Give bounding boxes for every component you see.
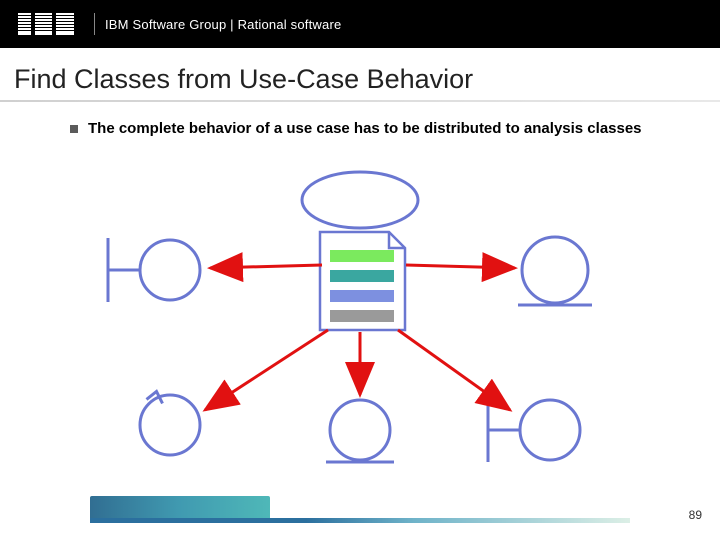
diagram <box>0 170 720 480</box>
title-underline <box>0 100 720 102</box>
document-bar <box>330 310 394 322</box>
boundary-class-icon <box>108 238 200 302</box>
boundary-class-icon <box>488 398 580 462</box>
bullet-text: The complete behavior of a use case has … <box>88 120 642 139</box>
entity-class-icon <box>326 400 394 462</box>
header-divider <box>94 13 95 35</box>
entity-class-icon <box>518 237 592 305</box>
header-bar: IBM Software Group | Rational software <box>0 0 720 48</box>
slide-title: Find Classes from Use-Case Behavior <box>14 64 473 95</box>
bullet-icon <box>70 125 78 133</box>
ibm-logo-icon <box>18 13 74 35</box>
footer: 89 <box>0 496 720 526</box>
header-text: IBM Software Group | Rational software <box>105 17 341 32</box>
distribution-arrow <box>398 330 510 410</box>
document-bar <box>330 270 394 282</box>
bullet: The complete behavior of a use case has … <box>70 120 650 139</box>
footer-bar <box>90 518 630 523</box>
distribution-arrow <box>406 265 515 268</box>
page-number: 89 <box>689 508 702 522</box>
distribution-arrow <box>205 330 328 410</box>
distribution-arrow <box>210 265 322 268</box>
document-bar <box>330 250 394 262</box>
document-bar <box>330 290 394 302</box>
use-case-ellipse <box>302 172 418 228</box>
slide: IBM Software Group | Rational software F… <box>0 0 720 540</box>
control-class-icon <box>140 391 200 455</box>
